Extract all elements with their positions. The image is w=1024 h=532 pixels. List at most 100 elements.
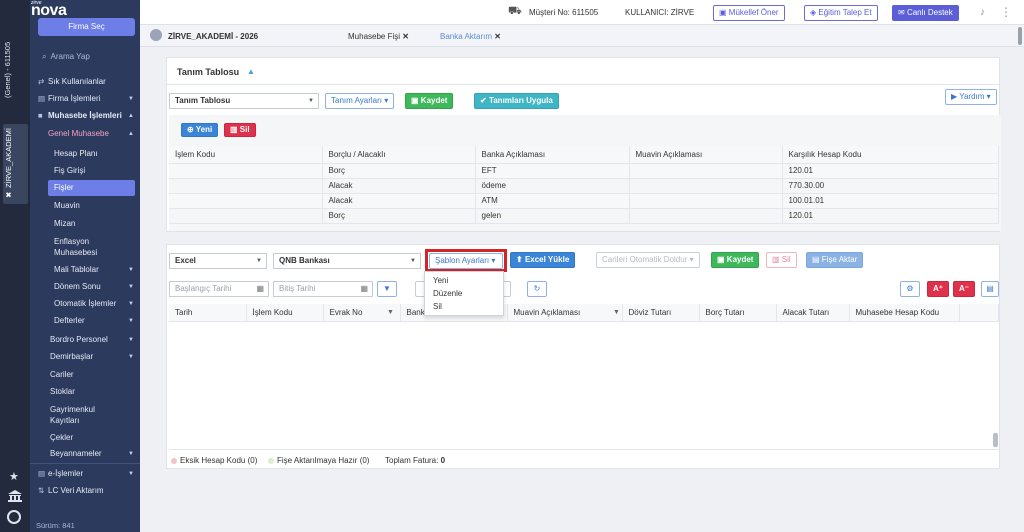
definition-settings-button[interactable]: Tanım Ayarları ▾ xyxy=(325,93,395,109)
refresh-button[interactable]: ↻ xyxy=(527,281,547,297)
table-cell[interactable]: 770.30.00 xyxy=(782,178,999,194)
table-cell[interactable] xyxy=(169,163,323,179)
table-cell[interactable]: 120.01 xyxy=(782,208,999,224)
excel-upload-button[interactable]: ⬆ Excel Yükle xyxy=(510,252,576,268)
sidebar-item-otomatik[interactable]: Otomatik İşlemler ▼ xyxy=(30,296,140,312)
table-cell[interactable] xyxy=(629,208,783,224)
font-increase-button[interactable]: A⁺ xyxy=(927,281,949,297)
settings-icon[interactable]: ⋮ xyxy=(1000,5,1012,19)
scrollbar-thumb[interactable] xyxy=(993,433,998,447)
column-header[interactable]: Döviz Tutarı xyxy=(622,304,700,322)
format-select[interactable]: Excel ▼ xyxy=(169,253,267,269)
table-cell[interactable] xyxy=(629,163,783,179)
table-cell[interactable]: Borç xyxy=(322,208,476,224)
sidebar-item-gayrimenkul-2[interactable]: Kayıtları xyxy=(30,413,140,429)
sidebar-item-cariler[interactable]: Cariler xyxy=(30,367,140,383)
save-button[interactable]: ▣ Kaydet xyxy=(711,252,760,268)
canli-destek-button[interactable]: ✉ Canlı Destek xyxy=(892,5,959,21)
delete-button[interactable]: ▥ Sil xyxy=(766,252,797,268)
sidebar-item-mali-tablolar[interactable]: Mali Tablolar ▼ xyxy=(30,262,140,278)
tab-muhasebe-fisi[interactable]: Muhasebe Fişi ✕ xyxy=(348,29,409,44)
help-button[interactable]: ▶ Yardım ▾ xyxy=(945,89,997,105)
column-header[interactable]: Banka Açıklaması xyxy=(475,146,630,164)
sidebar-item-demirbaslar[interactable]: Demirbaşlar ▼ xyxy=(30,349,140,365)
sidebar-item-beyannameler[interactable]: Beyannameler ▼ xyxy=(30,446,140,462)
column-header[interactable]: İşlem Kodu xyxy=(246,304,324,322)
table-cell[interactable]: 100.01.01 xyxy=(782,193,999,209)
sidebar-item-e-islemler[interactable]: ▤ e-İşlemler ▼ xyxy=(30,466,140,482)
sidebar-item-stoklar[interactable]: Stoklar xyxy=(30,384,140,400)
table-row[interactable]: Borç EFT 120.01 xyxy=(169,163,999,179)
table-row[interactable]: Borç gelen 120.01 xyxy=(169,208,999,224)
star-icon[interactable]: ★ xyxy=(9,470,19,483)
menu-item-edit[interactable]: Düzenle xyxy=(425,287,503,300)
bank-select[interactable]: QNB Bankası ▼ xyxy=(273,253,421,269)
settings-button[interactable]: ⚙ xyxy=(900,281,920,297)
close-icon[interactable]: ✕ xyxy=(402,32,409,41)
column-header[interactable]: İşlem Kodu xyxy=(169,146,323,164)
filter-icon-evrak[interactable]: ▼ xyxy=(387,309,394,316)
template-settings-button[interactable]: Şablon Ayarları ▾ xyxy=(429,253,503,269)
table-cell[interactable]: ödeme xyxy=(475,178,630,194)
sidebar-item-general-accounting[interactable]: Genel Muhasebe ▲ xyxy=(30,126,140,142)
chat-icon[interactable] xyxy=(7,510,21,524)
column-header[interactable]: Muavin Açıklaması xyxy=(629,146,783,164)
tab-banka-aktarim[interactable]: Banka Aktarım ✕ xyxy=(440,29,501,44)
column-header[interactable]: Tarih xyxy=(169,304,247,322)
font-decrease-button[interactable]: A⁻ xyxy=(953,281,975,297)
table-cell[interactable]: ATM xyxy=(475,193,630,209)
export-button[interactable]: ▤ xyxy=(981,281,999,297)
bell-icon[interactable]: ♪ xyxy=(980,7,985,18)
end-date-input[interactable]: Bitiş Tarihi ▦ xyxy=(273,281,373,297)
auto-fill-accounts-button[interactable]: Carileri Otomatik Doldur ▾ xyxy=(596,252,700,268)
calendar-icon[interactable]: ▦ xyxy=(256,282,264,296)
table-row[interactable]: Alacak ATM 100.01.01 xyxy=(169,193,999,209)
sidebar-item-accounting[interactable]: ■ Muhasebe İşlemleri ▲ xyxy=(30,108,140,124)
table-cell[interactable] xyxy=(629,193,783,209)
table-cell[interactable] xyxy=(169,193,323,209)
sidebar-item-enflasyon-2[interactable]: Muhasebesi xyxy=(30,245,140,261)
column-header[interactable]: Muavin Açıklaması xyxy=(507,304,623,322)
definition-select[interactable]: Tanım Tablosu ▼ xyxy=(169,93,319,109)
sidebar-search-input[interactable]: ⌕ Arama Yap xyxy=(32,48,138,66)
sidebar-item-lc-veri[interactable]: ⇅ LC Veri Aktarım xyxy=(30,483,140,499)
sidebar-item-bordro[interactable]: Bordro Personel ▼ xyxy=(30,332,140,348)
table-cell[interactable]: Alacak xyxy=(322,178,476,194)
start-date-input[interactable]: Başlangıç Tarihi ▦ xyxy=(169,281,269,297)
table-cell[interactable]: EFT xyxy=(475,163,630,179)
mukellef-oner-button[interactable]: ▣ Mükellef Öner xyxy=(713,5,785,21)
table-cell[interactable]: Borç xyxy=(322,163,476,179)
sidebar-item-hesap-plani[interactable]: Hesap Planı xyxy=(30,146,140,162)
egitim-talep-button[interactable]: ◈ Eğitim Talep Et xyxy=(804,5,878,21)
scrollbar-thumb[interactable] xyxy=(1018,27,1022,45)
sidebar-item-defterler[interactable]: Defterler ▼ xyxy=(30,313,140,329)
bank-icon[interactable] xyxy=(8,490,22,504)
table-cell[interactable] xyxy=(169,178,323,194)
sidebar-item-fisler[interactable]: Fişler xyxy=(48,180,135,196)
column-header[interactable]: Borç Tutarı xyxy=(699,304,777,322)
sidebar-item-mizan[interactable]: Mizan xyxy=(30,216,140,232)
table-cell[interactable]: gelen xyxy=(475,208,630,224)
table-cell[interactable] xyxy=(169,208,323,224)
filter-button[interactable]: ▼ xyxy=(377,281,397,297)
sidebar-item-fis-girisi[interactable]: Fiş Girişi xyxy=(30,163,140,179)
table-cell[interactable] xyxy=(629,178,783,194)
sidebar-item-donem-sonu[interactable]: Dönem Sonu ▼ xyxy=(30,279,140,295)
sidebar-item-favorites[interactable]: ⇄ Sık Kullanılanlar xyxy=(30,74,140,90)
close-icon[interactable]: ✕ xyxy=(494,32,501,41)
table-cell[interactable]: 120.01 xyxy=(782,163,999,179)
table-cell[interactable]: Alacak xyxy=(322,193,476,209)
column-header[interactable]: Muhasebe Hesap Kodu xyxy=(849,304,960,322)
sidebar-item-cekler[interactable]: Çekler xyxy=(30,430,140,446)
collapse-icon[interactable]: ▲ xyxy=(247,67,255,76)
column-header[interactable]: Borçlu / Alacaklı xyxy=(322,146,476,164)
transfer-to-voucher-button[interactable]: ▤ Fişe Aktar xyxy=(806,252,864,268)
apply-definitions-button[interactable]: ✔ Tanımları Uygula xyxy=(474,93,559,109)
sidebar-item-firm[interactable]: ▤ Firma İşlemleri ▼ xyxy=(30,91,140,107)
delete-row-button[interactable]: ▥ Sil xyxy=(224,123,256,137)
new-row-button[interactable]: ⊕ Yeni xyxy=(181,123,219,137)
filter-icon-muavin[interactable]: ▼ xyxy=(613,309,620,316)
calendar-icon[interactable]: ▦ xyxy=(360,282,368,296)
column-header[interactable]: Karşılık Hesap Kodu xyxy=(782,146,999,164)
save-definitions-button[interactable]: ▣ Kaydet xyxy=(405,93,454,109)
